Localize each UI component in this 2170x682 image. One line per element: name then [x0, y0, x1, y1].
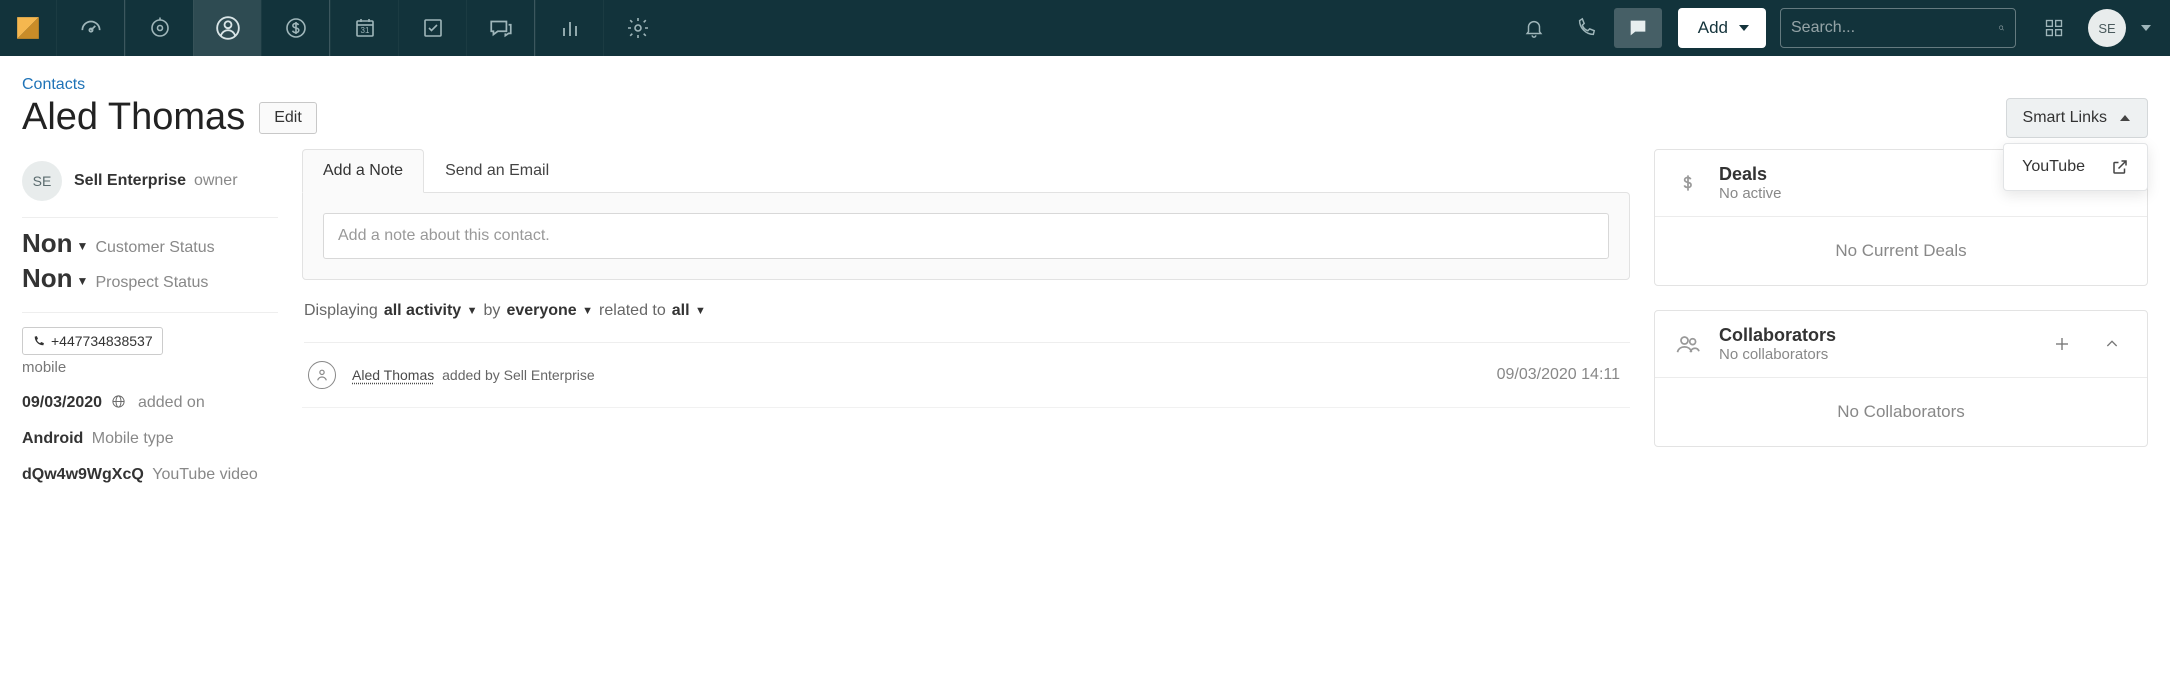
- nav-comms[interactable]: [466, 0, 534, 56]
- collab-add-button[interactable]: [2045, 327, 2079, 361]
- svg-text:31: 31: [360, 26, 369, 35]
- meta-youtube: dQw4w9WgXcQ YouTube video: [22, 466, 278, 484]
- collab-empty: No Collaborators: [1655, 377, 2147, 446]
- caret-up-icon: [2119, 112, 2131, 124]
- filter-activity[interactable]: all activity ▼: [384, 302, 478, 320]
- nav-reports[interactable]: [535, 0, 603, 56]
- nav-contacts[interactable]: [193, 0, 261, 56]
- activity-filter: Displaying all activity ▼ by everyone ▼ …: [304, 302, 1630, 343]
- deals-empty: No Current Deals: [1655, 216, 2147, 285]
- collaborators-card: Collaborators No collaborators No Collab…: [1654, 310, 2148, 447]
- details-sidebar: SE Sell Enterprise owner Non ▼ Customer …: [22, 149, 278, 484]
- smart-links-button[interactable]: Smart Links: [2006, 98, 2148, 138]
- owner-role: owner: [194, 172, 238, 189]
- activity-contact-link[interactable]: Aled Thomas: [352, 367, 434, 383]
- meta-added: 09/03/2020 added on: [22, 394, 278, 412]
- messages-icon[interactable]: [1614, 8, 1662, 48]
- activity-time: 09/03/2020 14:11: [1497, 366, 1620, 384]
- owner-name: Sell Enterprise: [74, 172, 186, 189]
- customer-status[interactable]: Non ▼ Customer Status: [22, 228, 278, 259]
- owner-row[interactable]: SE Sell Enterprise owner: [22, 149, 278, 218]
- caret-down-icon: [1738, 22, 1750, 34]
- filter-related[interactable]: all ▼: [672, 302, 706, 320]
- nav-leads[interactable]: [125, 0, 193, 56]
- add-label: Add: [1698, 18, 1728, 38]
- tab-add-note[interactable]: Add a Note: [302, 149, 424, 193]
- nav-calendar[interactable]: 31: [330, 0, 398, 56]
- breadcrumb[interactable]: Contacts: [22, 76, 85, 94]
- deals-subtitle: No active: [1719, 185, 2029, 202]
- activity-text: added by Sell Enterprise: [442, 367, 595, 383]
- nav-tasks[interactable]: [398, 0, 466, 56]
- caret-down-icon: ▼: [77, 274, 89, 288]
- globe-icon: [111, 394, 130, 411]
- external-link-icon: [2111, 158, 2129, 176]
- meta-mobile-type: Android Mobile type: [22, 430, 278, 448]
- phone-icon: [32, 335, 45, 348]
- activity-item: Aled Thomas added by Sell Enterprise 09/…: [302, 343, 1630, 408]
- collab-title: Collaborators: [1719, 325, 2029, 346]
- collab-collapse-button[interactable]: [2095, 327, 2129, 361]
- tab-send-email[interactable]: Send an Email: [424, 149, 570, 193]
- deals-icon: [1673, 170, 1703, 196]
- search-box[interactable]: [1780, 8, 2016, 48]
- phone-button[interactable]: +447734838537: [22, 327, 163, 355]
- nav-dashboard[interactable]: [56, 0, 124, 56]
- search-input[interactable]: [1791, 19, 1998, 37]
- prospect-status[interactable]: Non ▼ Prospect Status: [22, 263, 278, 294]
- edit-button[interactable]: Edit: [259, 102, 317, 134]
- page-title: Aled Thomas: [22, 96, 245, 139]
- call-icon[interactable]: [1562, 8, 1610, 48]
- nav-settings[interactable]: [603, 0, 671, 56]
- person-icon: [308, 361, 336, 389]
- filter-by[interactable]: everyone ▼: [506, 302, 593, 320]
- collaborators-icon: [1673, 330, 1703, 358]
- caret-down-icon: [2140, 22, 2152, 34]
- top-nav: 31 Add SE: [0, 0, 2170, 56]
- apps-icon[interactable]: [2034, 8, 2074, 48]
- smart-links-popover[interactable]: YouTube: [2003, 143, 2148, 191]
- smart-link-item-label: YouTube: [2022, 158, 2085, 176]
- notifications-icon[interactable]: [1510, 8, 1558, 48]
- avatar: SE: [2088, 9, 2126, 47]
- add-button[interactable]: Add: [1678, 8, 1766, 48]
- search-icon: [1998, 18, 2005, 38]
- phone-type: mobile: [22, 359, 278, 376]
- logo[interactable]: [0, 0, 56, 56]
- phone-number: +447734838537: [51, 333, 153, 349]
- collab-subtitle: No collaborators: [1719, 346, 2029, 363]
- user-menu[interactable]: SE: [2088, 9, 2152, 47]
- nav-deals[interactable]: [261, 0, 329, 56]
- caret-down-icon: ▼: [77, 239, 89, 253]
- note-input[interactable]: [323, 213, 1609, 259]
- activity-tabs: Add a Note Send an Email: [302, 149, 1630, 193]
- smart-links-label: Smart Links: [2023, 109, 2107, 127]
- note-panel: [302, 192, 1630, 280]
- owner-avatar: SE: [22, 161, 62, 201]
- deals-title: Deals: [1719, 164, 2029, 185]
